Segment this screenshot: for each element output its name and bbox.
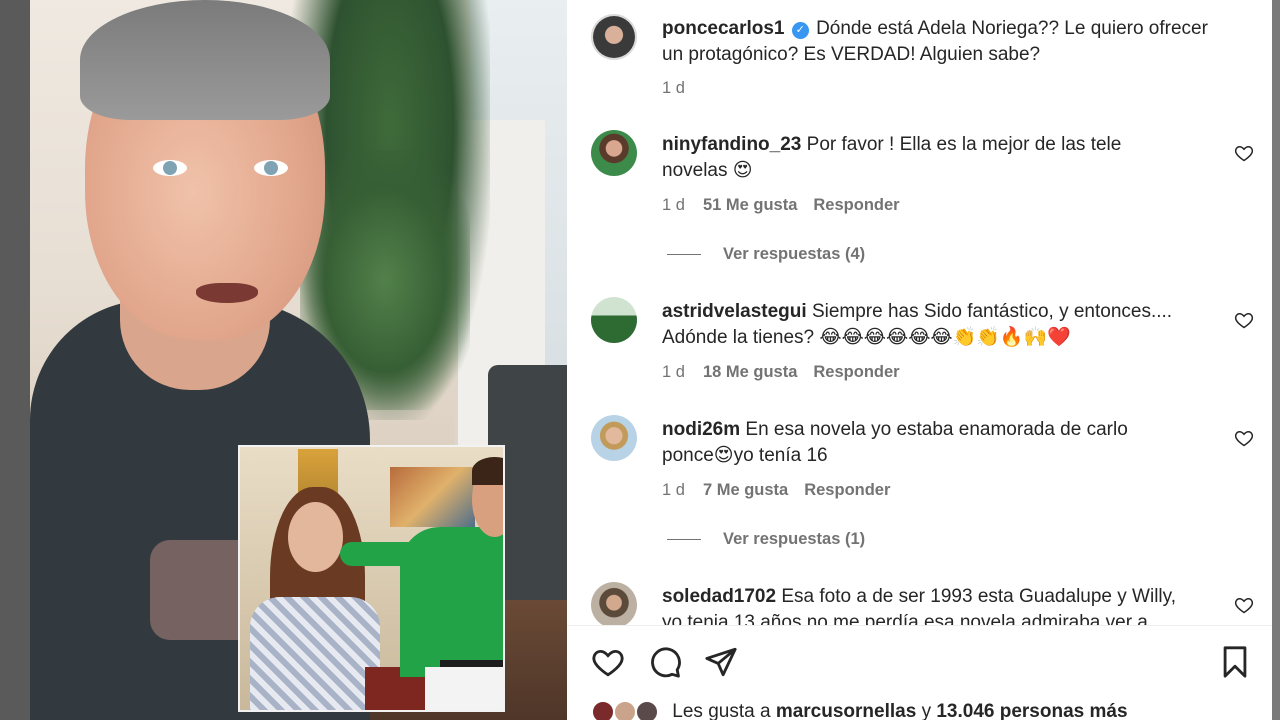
- comment-time[interactable]: 1 d: [662, 196, 685, 214]
- comment-username[interactable]: nodi26m: [662, 419, 740, 440]
- post-media[interactable]: [0, 0, 567, 720]
- reply-button[interactable]: Responder: [813, 196, 899, 214]
- comment-meta: 1 d 18 Me gusta Responder: [662, 363, 916, 382]
- heart-icon[interactable]: [1234, 595, 1254, 615]
- view-replies-label: Ver respuestas (1): [723, 530, 866, 548]
- comment-body-line2: novelas 😍: [662, 160, 753, 181]
- comment-likes[interactable]: 7 Me gusta: [703, 481, 788, 499]
- avatar: [635, 700, 659, 720]
- reply-button[interactable]: Responder: [813, 363, 899, 381]
- comment-meta: 1 d 7 Me gusta Responder: [662, 481, 906, 500]
- comment-body-line1: Siempre has Sido fantástico, y entonces.…: [811, 301, 1173, 322]
- replies-line: [667, 254, 701, 256]
- likes-summary: Les gusta a marcusornellas y 13.046 pers…: [591, 700, 1128, 720]
- avatar[interactable]: [591, 14, 637, 60]
- inset-woman-dress: [250, 597, 380, 710]
- media-inset-photo: [238, 445, 505, 712]
- comment-body-line2: Adónde la tienes? 😂😂😂😂😂😂👏👏🔥🙌❤️: [662, 327, 1071, 348]
- media-person-eye-left: [153, 160, 187, 176]
- page-edge: [1272, 0, 1280, 720]
- verified-badge-icon: ✓: [791, 22, 809, 39]
- comment-likes[interactable]: 18 Me gusta: [703, 363, 797, 381]
- owner-username[interactable]: poncecarlos1: [662, 18, 785, 39]
- media-person-hair: [80, 0, 330, 120]
- avatar: [591, 700, 615, 720]
- actions-divider: [567, 625, 1280, 626]
- share-icon[interactable]: [704, 645, 738, 679]
- comment-username[interactable]: astridvelastegui: [662, 301, 807, 322]
- comment-body-line1: Por favor ! Ella es la mejor de las tele: [806, 134, 1122, 155]
- heart-icon[interactable]: [591, 645, 625, 679]
- comment-body-line1: Esa foto a de ser 1993 esta Guadalupe y …: [781, 586, 1177, 607]
- comment-body-line2: ponce😍yo tenía 16: [662, 445, 828, 466]
- comment-username[interactable]: soledad1702: [662, 586, 776, 607]
- avatar[interactable]: [591, 297, 637, 343]
- comment-text: soledad1702 Esa foto a de ser 1993 esta …: [662, 584, 1222, 625]
- liked-by-avatars: [591, 700, 663, 720]
- comment-meta: 1 d 51 Me gusta Responder: [662, 196, 916, 215]
- caption-text: poncecarlos1 ✓ Dónde está Adela Noriega?…: [662, 16, 1222, 68]
- comment-icon[interactable]: [648, 645, 682, 679]
- likes-others[interactable]: 13.046 personas más: [936, 701, 1127, 720]
- view-replies-label: Ver respuestas (4): [723, 245, 866, 263]
- view-replies-button[interactable]: Ver respuestas (4): [667, 245, 865, 264]
- comment-username[interactable]: ninyfandino_23: [662, 134, 801, 155]
- likes-prefix: Les gusta a: [672, 701, 771, 720]
- comment-text: nodi26m En esa novela yo estaba enamorad…: [662, 417, 1222, 469]
- comments-panel: poncecarlos1 ✓ Dónde está Adela Noriega?…: [567, 0, 1280, 720]
- likes-connector: y: [921, 701, 932, 720]
- inset-man-hair: [472, 457, 503, 485]
- avatar[interactable]: [591, 130, 637, 176]
- comment-time[interactable]: 1 d: [662, 481, 685, 499]
- comment-body-line1: En esa novela yo estaba enamorada de car…: [745, 419, 1128, 440]
- heart-icon[interactable]: [1234, 143, 1254, 163]
- comment-text: ninyfandino_23 Por favor ! Ella es la me…: [662, 132, 1222, 184]
- comment-time[interactable]: 1 d: [662, 363, 685, 381]
- comment-text: astridvelastegui Siempre has Sido fantás…: [662, 299, 1222, 351]
- avatar[interactable]: [591, 582, 637, 625]
- avatar[interactable]: [591, 415, 637, 461]
- inset-woman-face: [288, 502, 343, 572]
- inset-man-shirt: [400, 527, 503, 677]
- view-replies-button[interactable]: Ver respuestas (1): [667, 530, 865, 549]
- replies-line: [667, 539, 701, 541]
- media-person-mouth: [196, 283, 258, 303]
- comment-body-line2: yo tenia 13 años no me perdía esa novela…: [662, 612, 1148, 625]
- comments-list[interactable]: poncecarlos1 ✓ Dónde está Adela Noriega?…: [567, 0, 1280, 625]
- media-person-eye-right: [254, 160, 288, 176]
- inset-poster: [390, 467, 475, 527]
- bookmark-icon[interactable]: [1218, 645, 1252, 679]
- liked-by-user[interactable]: marcusornellas: [776, 701, 916, 720]
- inset-man-pants: [425, 667, 503, 710]
- caption-time[interactable]: 1 d: [662, 79, 685, 97]
- heart-icon[interactable]: [1234, 310, 1254, 330]
- avatar: [613, 700, 637, 720]
- heart-icon[interactable]: [1234, 428, 1254, 448]
- reply-button[interactable]: Responder: [804, 481, 890, 499]
- caption-meta: 1 d: [662, 79, 703, 98]
- comment-likes[interactable]: 51 Me gusta: [703, 196, 797, 214]
